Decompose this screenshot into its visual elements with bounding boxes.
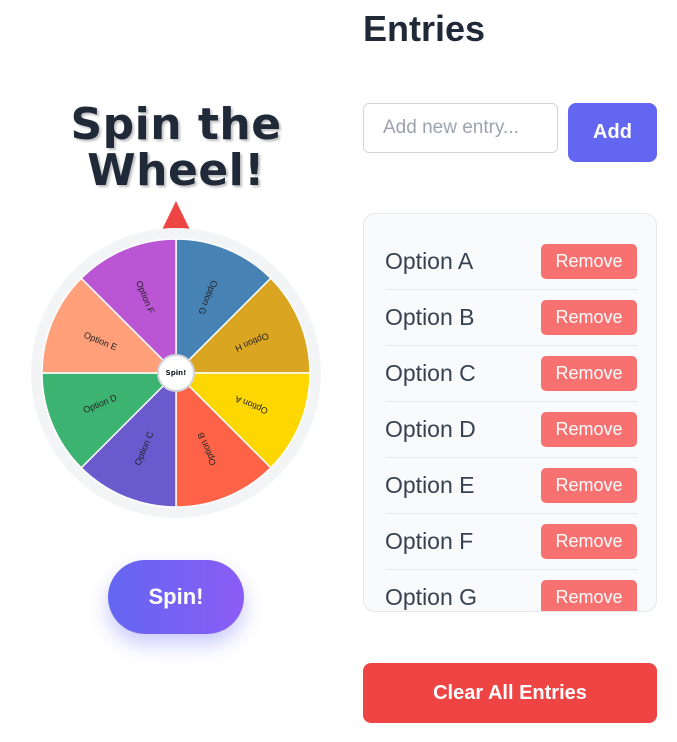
entry-row: Option D Remove — [385, 402, 637, 458]
entry-row: Option E Remove — [385, 458, 637, 514]
remove-entry-button[interactable]: Remove — [541, 524, 637, 559]
entries-panel[interactable]: Option A Remove Option B Remove Option C Remo… — [363, 213, 657, 612]
remove-entry-button[interactable]: Remove — [541, 300, 637, 335]
entry-row: Option F Remove — [385, 514, 637, 570]
title-line-1: Spin the — [70, 99, 282, 150]
entry-row: Option B Remove — [385, 290, 637, 346]
add-entry-button[interactable]: Add — [568, 103, 657, 162]
entry-label: Option B — [385, 304, 475, 330]
remove-entry-button[interactable]: Remove — [541, 580, 637, 611]
entry-row: Option G Remove — [385, 570, 637, 611]
entry-label: Option E — [385, 472, 475, 498]
entry-label: Option G — [385, 584, 478, 610]
wheel-center-spin-button[interactable]: Spin! — [157, 354, 195, 392]
entry-label: Option C — [385, 360, 476, 386]
entry-row: Option A Remove — [385, 234, 637, 290]
page: Spin the Wheel! Option G Option H Option A… — [0, 0, 677, 742]
title-line-2: Wheel! — [87, 145, 265, 196]
remove-entry-button[interactable]: Remove — [541, 468, 637, 503]
page-title: Spin the Wheel! — [46, 102, 306, 194]
remove-entry-button[interactable]: Remove — [541, 412, 637, 447]
remove-entry-button[interactable]: Remove — [541, 244, 637, 279]
remove-entry-button[interactable]: Remove — [541, 356, 637, 391]
clear-all-button[interactable]: Clear All Entries — [363, 663, 657, 723]
new-entry-input[interactable] — [363, 103, 558, 153]
entries-title: Entries — [363, 8, 486, 49]
spin-button[interactable]: Spin! — [108, 560, 244, 634]
entry-label: Option D — [385, 416, 476, 442]
entries-list: Option A Remove Option B Remove Option C Remo… — [385, 234, 637, 611]
entry-row: Option C Remove — [385, 346, 637, 402]
entry-label: Option A — [385, 248, 474, 274]
entry-label: Option F — [385, 528, 474, 554]
